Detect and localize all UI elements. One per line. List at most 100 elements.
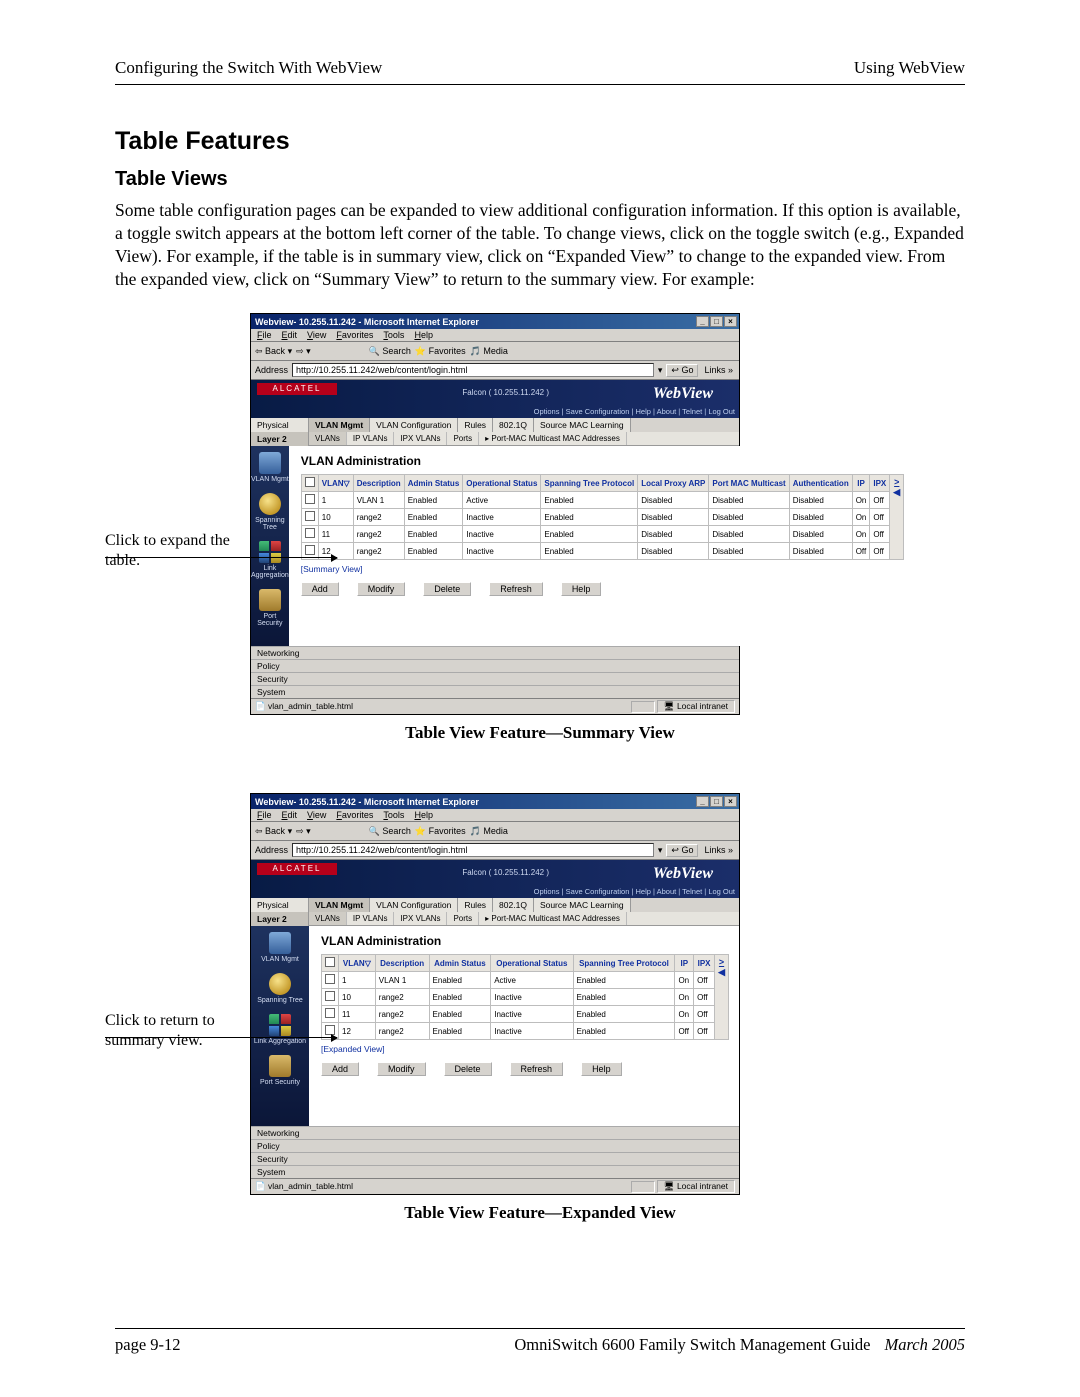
history-icon[interactable] [512, 824, 526, 838]
mail-icon[interactable] [530, 344, 544, 358]
maximize-icon[interactable]: □ [710, 316, 723, 327]
tab-mac-learning[interactable]: Source MAC Learning [534, 898, 631, 912]
menu-favorites[interactable]: Favorites [336, 810, 373, 820]
row-checkbox[interactable] [305, 528, 315, 538]
col-ipx[interactable]: IPX [694, 955, 715, 972]
subtab-mac-addr[interactable]: ▸ Port-MAC Multicast MAC Addresses [479, 912, 627, 925]
tab-rules[interactable]: Rules [458, 898, 493, 912]
nav-layer2[interactable]: Layer 2 [251, 432, 309, 446]
edit-icon[interactable] [566, 344, 580, 358]
help-button[interactable]: Help [561, 582, 602, 596]
bottom-nav-policy[interactable]: Policy [251, 1139, 739, 1152]
subtab-ports[interactable]: Ports [447, 912, 479, 925]
add-button[interactable]: Add [301, 582, 339, 596]
home-icon[interactable] [351, 824, 365, 838]
close-icon[interactable]: × [724, 316, 737, 327]
row-checkbox[interactable] [305, 494, 315, 504]
history-icon[interactable] [512, 344, 526, 358]
toggle-summary-view[interactable]: Summary View [301, 564, 363, 574]
nav-physical[interactable]: Physical [251, 898, 309, 912]
print-icon[interactable] [548, 344, 562, 358]
stop-icon[interactable] [315, 344, 329, 358]
col-oper[interactable]: Operational Status [491, 955, 573, 972]
menu-file[interactable]: File [257, 330, 272, 340]
subtab-ip-vlans[interactable]: IP VLANs [347, 912, 395, 925]
bottom-nav-system[interactable]: System [251, 1165, 739, 1178]
forward-button[interactable]: ⇨ ▾ [296, 346, 311, 357]
row-checkbox[interactable] [325, 974, 335, 984]
maximize-icon[interactable]: □ [710, 796, 723, 807]
help-button[interactable]: Help [581, 1062, 622, 1076]
sidebar-item-link-agg[interactable]: Link Aggregation [251, 541, 289, 579]
col-ip[interactable]: IP [852, 475, 870, 492]
add-button[interactable]: Add [321, 1062, 359, 1076]
col-vlan[interactable]: VLAN▽ [339, 955, 376, 972]
modify-button[interactable]: Modify [357, 582, 406, 596]
search-button[interactable]: 🔍 Search [369, 346, 411, 357]
edit-icon[interactable] [566, 824, 580, 838]
address-dropdown-icon[interactable]: ▾ [658, 845, 663, 856]
subtab-vlans[interactable]: VLANs [309, 912, 347, 925]
tab-vlan-config[interactable]: VLAN Configuration [370, 898, 458, 912]
menu-tools[interactable]: Tools [383, 810, 404, 820]
subtab-ipx-vlans[interactable]: IPX VLANs [394, 912, 447, 925]
col-vlan[interactable]: VLAN▽ [318, 475, 353, 492]
tab-8021q[interactable]: 802.1Q [493, 898, 534, 912]
back-button[interactable]: ⇦ Back ▾ [255, 346, 292, 357]
address-dropdown-icon[interactable]: ▾ [658, 365, 663, 376]
bottom-nav-security[interactable]: Security [251, 672, 739, 685]
banner-links[interactable]: Options | Save Configuration | Help | Ab… [534, 887, 735, 896]
tab-rules[interactable]: Rules [458, 418, 493, 432]
sidebar-item-spanning-tree[interactable]: Spanning Tree [251, 493, 289, 531]
tab-8021q[interactable]: 802.1Q [493, 418, 534, 432]
stop-icon[interactable] [315, 824, 329, 838]
address-input[interactable]: http://10.255.11.242/web/content/login.h… [292, 363, 654, 377]
row-checkbox[interactable] [305, 545, 315, 555]
minimize-icon[interactable]: _ [696, 316, 709, 327]
bottom-nav-system[interactable]: System [251, 685, 739, 698]
sidebar-item-port-security[interactable]: Port Security [251, 1055, 309, 1086]
back-button[interactable]: ⇦ Back ▾ [255, 826, 292, 837]
toggle-expanded-view[interactable]: Expanded View [321, 1044, 385, 1054]
subtab-vlans[interactable]: VLANs [309, 432, 347, 445]
bottom-nav-networking[interactable]: Networking [251, 1126, 739, 1139]
refresh-button[interactable]: Refresh [489, 582, 543, 596]
minimize-icon[interactable]: _ [696, 796, 709, 807]
expand-arrow-icon[interactable]: >◀ [715, 955, 729, 1040]
sidebar-item-link-agg[interactable]: Link Aggregation [251, 1014, 309, 1045]
col-arp[interactable]: Local Proxy ARP [638, 475, 709, 492]
tab-mac-learning[interactable]: Source MAC Learning [534, 418, 631, 432]
nav-physical[interactable]: Physical [251, 418, 309, 432]
menu-view[interactable]: View [307, 810, 326, 820]
favorites-button[interactable]: ⭐ Favorites [415, 346, 466, 357]
media-button[interactable]: 🎵 Media [470, 826, 508, 837]
menu-tools[interactable]: Tools [383, 330, 404, 340]
menu-view[interactable]: View [307, 330, 326, 340]
col-mcast[interactable]: Port MAC Multicast [709, 475, 789, 492]
menu-favorites[interactable]: Favorites [336, 330, 373, 340]
search-button[interactable]: 🔍 Search [369, 826, 411, 837]
row-checkbox[interactable] [305, 511, 315, 521]
go-button[interactable]: ↩ Go [666, 364, 698, 377]
home-icon[interactable] [351, 344, 365, 358]
col-checkbox[interactable] [301, 475, 318, 492]
tab-vlan-mgmt[interactable]: VLAN Mgmt [309, 898, 370, 912]
subtab-ports[interactable]: Ports [447, 432, 479, 445]
subtab-ip-vlans[interactable]: IP VLANs [347, 432, 395, 445]
favorites-button[interactable]: ⭐ Favorites [415, 826, 466, 837]
col-stp[interactable]: Spanning Tree Protocol [541, 475, 638, 492]
expand-arrow-icon[interactable]: >◀ [890, 475, 904, 560]
forward-button[interactable]: ⇨ ▾ [296, 826, 311, 837]
menu-help[interactable]: Help [414, 330, 433, 340]
col-ip[interactable]: IP [675, 955, 694, 972]
nav-layer2[interactable]: Layer 2 [251, 912, 309, 926]
refresh-icon[interactable] [333, 824, 347, 838]
col-desc[interactable]: Description [375, 955, 429, 972]
col-stp[interactable]: Spanning Tree Protocol [573, 955, 675, 972]
sidebar-item-vlan-mgmt[interactable]: VLAN Mgmt [251, 932, 309, 963]
subtab-mac-addr[interactable]: ▸ Port-MAC Multicast MAC Addresses [479, 432, 627, 445]
print-icon[interactable] [548, 824, 562, 838]
sidebar-item-port-security[interactable]: Port Security [251, 589, 289, 627]
bottom-nav-policy[interactable]: Policy [251, 659, 739, 672]
refresh-icon[interactable] [333, 344, 347, 358]
